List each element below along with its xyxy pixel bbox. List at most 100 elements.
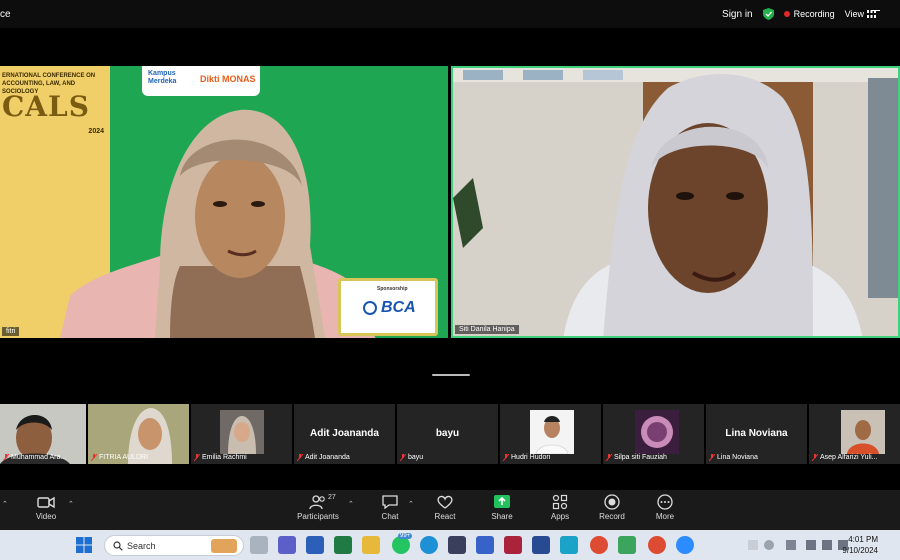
- thumbnail-label: Adit Joananda: [297, 454, 350, 461]
- app-icon[interactable]: [504, 536, 522, 554]
- gallery-pager-handle[interactable]: [432, 374, 470, 376]
- gallery-strip: Muhammad Ara... FITRIA AULDRI Emilia Rac…: [0, 404, 900, 464]
- clock-date: 9/10/2024: [842, 546, 878, 555]
- zoom-icon[interactable]: [676, 536, 694, 554]
- participant-avatar: [635, 410, 679, 454]
- participant-name-label: Siti Danila Hanipa: [455, 325, 519, 334]
- task-view-icon[interactable]: [250, 536, 268, 554]
- windows-start-icon[interactable]: [76, 537, 92, 553]
- recording-indicator[interactable]: Recording: [783, 9, 835, 19]
- teams-icon[interactable]: [278, 536, 296, 554]
- thumbnail-label: Asep Alfarizi Yuli...: [812, 454, 877, 461]
- app-icon[interactable]: [476, 536, 494, 554]
- recording-label: Recording: [793, 9, 835, 19]
- thumbnail-label: Lina Noviana: [709, 454, 758, 461]
- zoom-window: ce Sign in Recording View ERNATIONAL CON…: [0, 0, 900, 560]
- bca-sponsor-box: Sponsorship BCA: [338, 278, 438, 336]
- share-screen-icon: [494, 495, 510, 508]
- tray-chevron-icon[interactable]: [748, 540, 758, 550]
- video-tile-participant[interactable]: Siti Danila Hanipa: [451, 66, 900, 338]
- thumbnail-label: Emilia Rachmi: [194, 454, 247, 461]
- thumbnail-tile[interactable]: Silpa siti Fauziah: [603, 404, 704, 464]
- more-button[interactable]: More: [635, 494, 695, 521]
- sign-in-link[interactable]: Sign in: [722, 9, 753, 20]
- record-button[interactable]: Record: [582, 494, 642, 521]
- participant-avatar: [530, 410, 574, 454]
- thumbnail-tile[interactable]: Adit Joananda Adit Joananda: [294, 404, 395, 464]
- apps-button[interactable]: Apps: [530, 494, 590, 521]
- mic-muted-icon: [709, 454, 715, 461]
- record-icon: [604, 494, 620, 510]
- bca-logo-icon: [363, 301, 377, 315]
- mic-muted-icon: [194, 454, 200, 461]
- participants-count: 27: [328, 494, 336, 501]
- dikti-logo: Dikti MONAS: [200, 74, 256, 84]
- recording-dot-icon: [783, 11, 790, 17]
- word-icon[interactable]: [306, 536, 324, 554]
- view-label: View: [844, 9, 864, 19]
- cloud-icon[interactable]: [764, 540, 774, 550]
- minimize-icon[interactable]: [872, 10, 880, 11]
- mic-muted-icon: [91, 454, 97, 461]
- thumbnail-tile[interactable]: Lina Noviana Lina Noviana: [706, 404, 807, 464]
- app-icon[interactable]: [618, 536, 636, 554]
- meeting-toolbar: ⌃ Video ⌃ 27 Participants ⌃ Chat ⌃ React…: [0, 490, 900, 530]
- share-button[interactable]: Share: [472, 494, 532, 521]
- search-placeholder: Search: [127, 541, 156, 551]
- grid-icon: [867, 10, 876, 18]
- chrome-icon[interactable]: [648, 536, 666, 554]
- participant-name-display: Adit Joananda: [310, 428, 379, 439]
- app-icon[interactable]: [560, 536, 578, 554]
- edge-icon[interactable]: [420, 536, 438, 554]
- thumbnail-tile[interactable]: FITRIA AULDRI: [88, 404, 189, 464]
- app-icon[interactable]: [448, 536, 466, 554]
- kampus-merdeka-logo: Kampus Merdeka: [148, 70, 177, 85]
- video-button[interactable]: Video ⌃: [16, 494, 76, 521]
- speaker-icon[interactable]: [822, 540, 832, 550]
- title-bar-controls: Sign in Recording View: [722, 0, 900, 28]
- mic-muted-icon: [3, 454, 9, 461]
- apps-icon: [552, 494, 568, 510]
- mic-muted-icon: [503, 454, 509, 461]
- thumbnail-tile[interactable]: Hudri Hudori: [500, 404, 601, 464]
- title-bar: ce Sign in Recording View: [0, 0, 900, 28]
- participant-video: [453, 68, 898, 336]
- taskbar-clock[interactable]: 4:01 PM 9/10/2024: [842, 534, 878, 556]
- chat-icon: [382, 495, 398, 510]
- wifi-icon[interactable]: [806, 540, 816, 550]
- chat-button[interactable]: Chat ⌃: [360, 494, 420, 521]
- thumbnail-tile[interactable]: Asep Alfarizi Yuli...: [809, 404, 900, 464]
- mic-muted-icon: [400, 454, 406, 461]
- search-icon: [113, 541, 123, 551]
- participants-caret-icon[interactable]: ⌃: [348, 500, 354, 508]
- participant-name-label: fitri: [2, 327, 20, 336]
- thumbnail-label: bayu: [400, 454, 423, 461]
- taskbar-search-box[interactable]: Search: [104, 535, 244, 556]
- mic-muted-icon: [606, 454, 612, 461]
- thumbnail-tile[interactable]: Emilia Rachmi: [191, 404, 292, 464]
- react-button[interactable]: React: [415, 494, 475, 521]
- video-caret-icon[interactable]: ⌃: [68, 500, 74, 508]
- participant-avatar: [841, 410, 885, 454]
- shield-icon[interactable]: [762, 8, 774, 20]
- thumbnail-label: Silpa siti Fauziah: [606, 454, 667, 461]
- heart-icon: [437, 495, 453, 509]
- excel-icon[interactable]: [334, 536, 352, 554]
- participant-name-display: Lina Noviana: [725, 428, 788, 439]
- search-highlight-icon: [211, 539, 237, 553]
- file-explorer-icon[interactable]: [362, 536, 380, 554]
- video-tile-speaker[interactable]: ERNATIONAL CONFERENCE ON ACCOUNTING, LAW…: [0, 66, 448, 338]
- thumbnail-tile[interactable]: Muhammad Ara...: [0, 404, 86, 464]
- chat-caret-icon[interactable]: ⌃: [408, 500, 414, 508]
- thumbnail-label: Muhammad Ara...: [3, 454, 66, 461]
- thumbnail-tile[interactable]: bayu bayu: [397, 404, 498, 464]
- thumbnail-label: Hudri Hudori: [503, 454, 550, 461]
- participant-name-display: bayu: [435, 428, 460, 439]
- whatsapp-badge: 99+: [398, 533, 413, 539]
- chrome-icon[interactable]: [590, 536, 608, 554]
- microphone-icon[interactable]: [786, 540, 796, 550]
- participants-button[interactable]: 27 Participants ⌃: [288, 494, 354, 521]
- app-icon[interactable]: [532, 536, 550, 554]
- thumbnail-label: FITRIA AULDRI: [91, 454, 148, 461]
- speaker-person: [60, 109, 375, 338]
